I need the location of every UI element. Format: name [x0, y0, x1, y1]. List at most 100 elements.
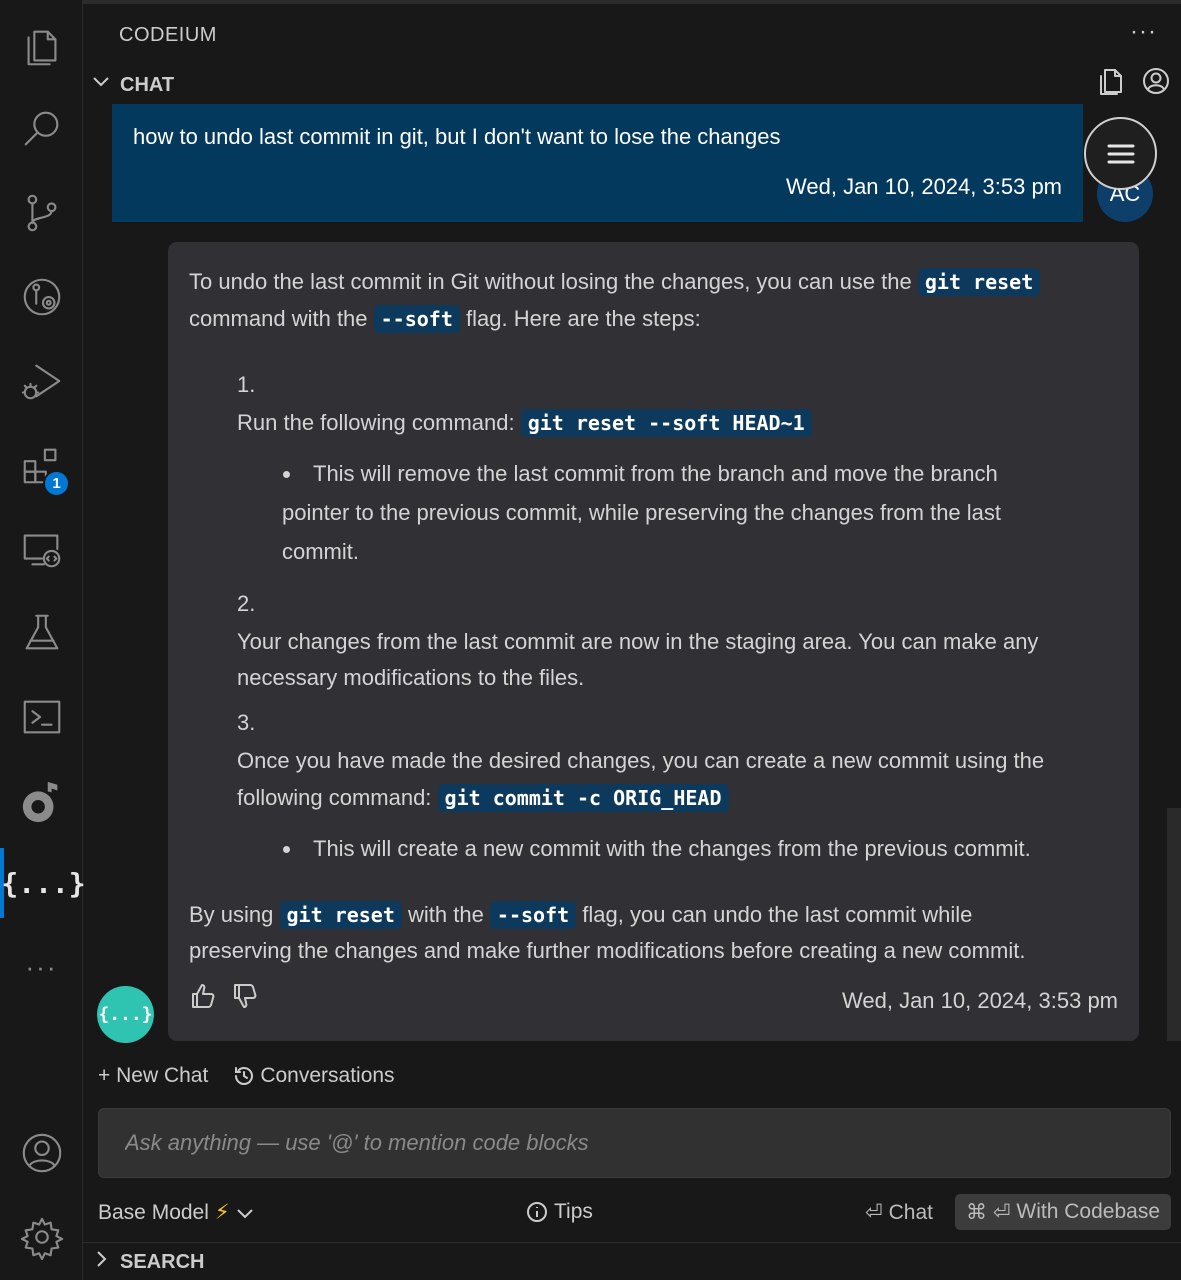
send-chat-label: Chat: [888, 1200, 933, 1224]
user-message-time: Wed, Jan 10, 2024, 3:53 pm: [786, 174, 1062, 199]
remote-explorer-button[interactable]: [0, 514, 83, 584]
info-icon: [527, 1202, 547, 1222]
outro-text-3: flag, you can undo the last commit while: [576, 902, 973, 927]
code-snippet: git reset --soft HEAD~1: [520, 409, 812, 437]
gear-icon: [20, 1217, 63, 1260]
conversations-button[interactable]: Conversations: [232, 1064, 395, 1088]
music-icon: [22, 781, 57, 823]
git-graph-icon: [23, 278, 60, 316]
intro-line-2: command with the --soft flag. Here are t…: [189, 300, 701, 338]
profile-icon[interactable]: [1141, 66, 1171, 96]
assistant-message: To undo the last commit in Git without l…: [168, 242, 1139, 1041]
user-message-text: how to undo last commit in git, but I do…: [133, 124, 781, 149]
step1-bullet-line-1: This will remove the last commit from th…: [313, 461, 998, 486]
step2-line-2: necessary modifications to the files.: [237, 665, 585, 690]
search-button[interactable]: [0, 94, 83, 164]
thumbs-up-icon[interactable]: [189, 982, 217, 1010]
codeium-icon: {...}: [1, 866, 86, 900]
thumbs-down-icon[interactable]: [231, 982, 259, 1010]
chat-footer: Base Model ⚡ Tips ⏎ Chat ⌘ ⏎ With Codeba…: [98, 1194, 1171, 1230]
inline-code: git reset: [917, 268, 1041, 296]
new-chat-button[interactable]: + New Chat: [98, 1064, 208, 1088]
source-control-icon: [27, 194, 56, 232]
codeium-button[interactable]: {...}: [0, 848, 86, 918]
run-debug-button[interactable]: [0, 346, 83, 416]
scrollbar[interactable]: [1167, 808, 1181, 1041]
chat-section-header[interactable]: CHAT: [92, 68, 174, 102]
search-icon: [24, 111, 58, 146]
step-number: 3.: [237, 710, 256, 735]
chevron-right-icon: [92, 1250, 112, 1274]
inline-code: --soft: [373, 305, 460, 333]
send-with-codebase-button[interactable]: ⌘ ⏎ With Codebase: [954, 1194, 1171, 1230]
chat-section-label: CHAT: [120, 73, 175, 96]
model-selector[interactable]: Base Model ⚡: [98, 1200, 254, 1225]
step1-bullet-line-2: pointer to the previous commit, while pr…: [282, 500, 1002, 525]
outro-line-1: By using git reset with the --soft flag,…: [189, 896, 972, 934]
step-number: 1.: [237, 372, 256, 397]
extensions-button[interactable]: 1: [0, 430, 83, 500]
extensions-badge: 1: [43, 470, 70, 497]
manage-button[interactable]: [0, 1202, 83, 1272]
codeium-avatar: {...}: [97, 986, 154, 1043]
with-codebase-label: With Codebase: [1016, 1200, 1160, 1223]
intro-text-1: To undo the last commit in Git without l…: [189, 269, 918, 294]
inline-code: git reset: [279, 901, 402, 929]
outro-text-2: with the: [401, 902, 490, 927]
account-icon: [22, 1133, 61, 1173]
git-graph-button[interactable]: [0, 262, 83, 332]
step2-line-1: Your changes from the last commit are no…: [237, 629, 1039, 654]
user-message: how to undo last commit in git, but I do…: [112, 104, 1083, 222]
chevron-down-icon: [92, 73, 112, 97]
bullet-dot: [283, 471, 290, 478]
search-section-header[interactable]: SEARCH: [92, 1245, 204, 1279]
step3-bullet: This will create a new commit with the c…: [313, 836, 1031, 861]
step1-label: Run the following command:: [237, 410, 521, 435]
model-label: Base Model: [98, 1200, 209, 1224]
divider: [83, 1242, 1181, 1243]
testing-button[interactable]: [0, 598, 83, 668]
remote-explorer-icon: [23, 534, 60, 568]
step3-line-2: following command: git commit -c ORIG_HE…: [237, 779, 729, 817]
terminal-icon: [23, 700, 60, 734]
chevron-down-icon: [236, 1208, 253, 1218]
accounts-button[interactable]: [0, 1118, 83, 1188]
export-icon[interactable]: [1097, 66, 1127, 96]
explorer-button[interactable]: [0, 12, 83, 82]
chat-input[interactable]: [99, 1109, 1170, 1177]
activity-bar: 1 {...} ···: [0, 0, 86, 1280]
music-button[interactable]: [0, 766, 83, 836]
step3-line-1: Once you have made the desired changes, …: [237, 748, 1045, 773]
chat-header-actions: [1097, 66, 1171, 96]
bolt-icon: ⚡: [214, 1201, 230, 1224]
outro-line-2: preserving the changes and make further …: [189, 938, 1026, 963]
intro-text-2: command with the: [189, 306, 374, 331]
assistant-message-time: Wed, Jan 10, 2024, 3:53 pm: [842, 988, 1118, 1013]
chat-actions: + New Chat Conversations: [98, 1064, 395, 1088]
hamburger-icon: [1107, 144, 1134, 163]
code-snippet: git commit -c ORIG_HEAD: [437, 784, 729, 812]
intro-text-3: flag. Here are the steps:: [459, 306, 701, 331]
cmd-enter-icon: ⌘ ⏎: [965, 1200, 1011, 1224]
intro-line-1: To undo the last commit in Git without l…: [189, 263, 1041, 301]
inline-code: --soft: [489, 901, 577, 929]
panel-more-button[interactable]: ···: [1130, 18, 1157, 46]
search-section-label: SEARCH: [120, 1250, 205, 1273]
tips-label: Tips: [554, 1200, 593, 1223]
more-views-button[interactable]: ···: [0, 932, 83, 1002]
step1-text: Run the following command: git reset --s…: [237, 404, 812, 442]
send-chat-button[interactable]: ⏎ Chat: [865, 1200, 933, 1225]
step3-label: following command:: [237, 785, 438, 810]
panel-title: CODEIUM: [119, 24, 217, 46]
outro-text-1: By using: [189, 902, 280, 927]
source-control-button[interactable]: [0, 178, 83, 248]
files-icon: [27, 30, 56, 66]
step-number: 2.: [237, 591, 256, 616]
tips-button[interactable]: Tips: [526, 1200, 593, 1224]
enter-key-icon: ⏎: [865, 1201, 883, 1224]
history-icon: [235, 1067, 254, 1085]
menu-button[interactable]: [1084, 117, 1157, 190]
conversations-label: Conversations: [260, 1064, 395, 1087]
feedback-buttons: [189, 982, 259, 1010]
terminal-button[interactable]: [0, 682, 83, 752]
